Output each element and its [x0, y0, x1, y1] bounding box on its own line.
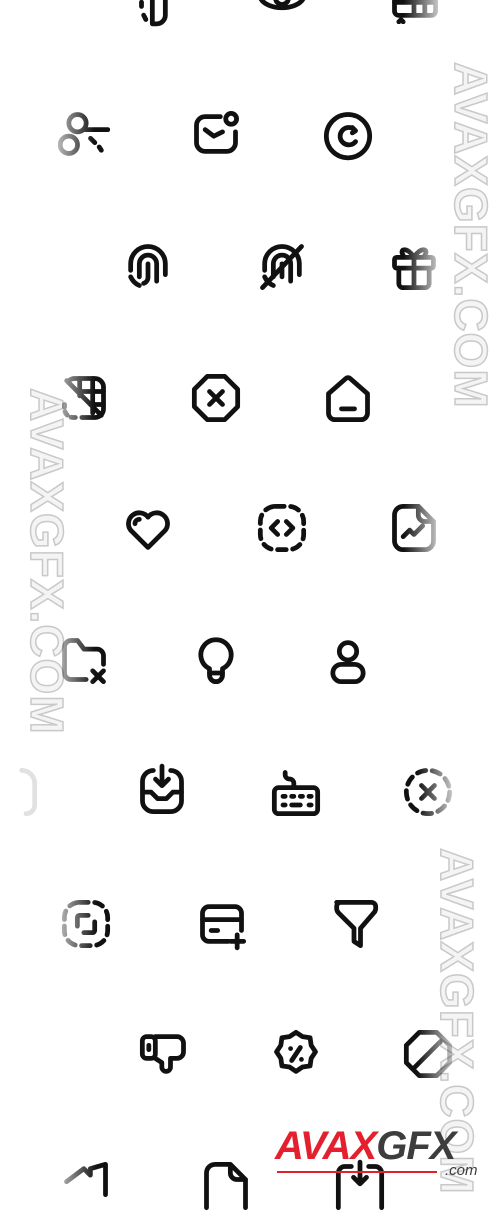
file-icon	[200, 1160, 252, 1212]
fingerprint-icon	[122, 240, 174, 292]
watermark-text: AVAXGFX.COM	[444, 61, 498, 409]
refresh-circle-icon	[322, 108, 374, 161]
dashed-code-icon	[256, 502, 308, 554]
scissors-cut-icon	[57, 108, 111, 160]
logo-part-a: AVAX	[275, 1124, 377, 1168]
dashed-circle-close-icon	[402, 766, 454, 818]
keyboard-icon	[270, 766, 322, 818]
credit-card-add-icon	[196, 898, 248, 951]
dashed-file-icon	[122, 0, 174, 27]
dashed-scan-icon	[60, 898, 112, 950]
logo-underline	[277, 1171, 437, 1173]
lightbulb-icon	[190, 634, 242, 686]
inbox-download-icon	[136, 763, 188, 816]
thumbs-down-icon	[138, 1028, 190, 1080]
logo-wordmark: AVAXGFX	[275, 1124, 456, 1168]
home-icon	[322, 372, 374, 424]
table-grid-icon	[388, 0, 440, 25]
avaxgfx-logo: AVAXGFX .com	[275, 1126, 497, 1184]
octagon-close-icon	[190, 372, 242, 424]
video-icon	[60, 1160, 112, 1212]
user-icon	[322, 634, 374, 686]
logo-part-b: GFX	[376, 1124, 456, 1168]
heart-icon	[122, 502, 174, 554]
filter-icon	[328, 898, 380, 950]
file-chart-icon	[388, 502, 440, 554]
discount-badge-icon	[270, 1028, 322, 1080]
eye-icon	[256, 0, 308, 24]
logo-suffix: .com	[445, 1162, 478, 1179]
grid-half-icon	[58, 372, 110, 424]
partial-icon	[0, 766, 52, 818]
fingerprint-off-icon	[256, 240, 308, 292]
mail-notification-icon	[190, 108, 242, 160]
folder-close-icon	[58, 634, 110, 686]
gift-icon	[388, 240, 440, 292]
octagon-slash-icon	[402, 1028, 454, 1080]
